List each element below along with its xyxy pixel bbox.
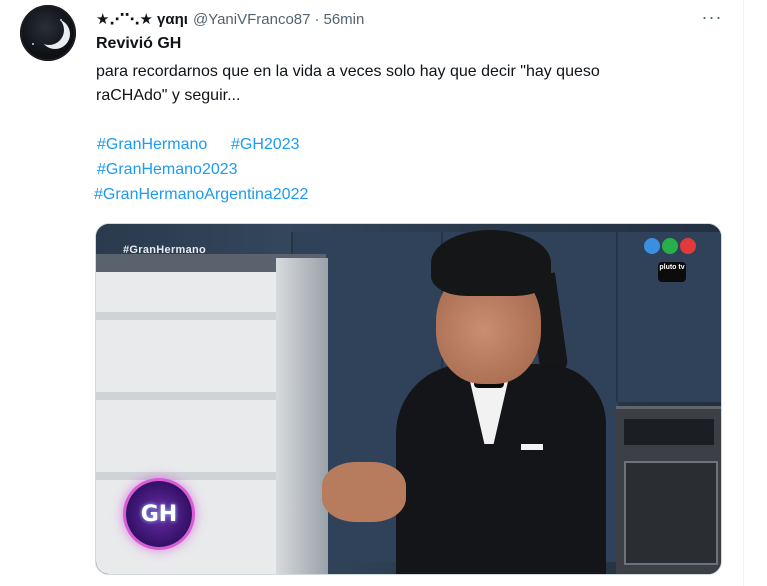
tweet-title: Revivió GH xyxy=(96,35,182,52)
display-name[interactable]: ★⋰⋱★ γαηι xyxy=(96,10,188,28)
user-handle[interactable]: @YaniVFranco87 xyxy=(193,11,311,28)
hashtag-link[interactable]: #GranHermano xyxy=(97,134,207,156)
oven-window xyxy=(624,461,718,565)
more-options-button[interactable]: ··· xyxy=(700,7,724,27)
avatar[interactable] xyxy=(20,5,76,61)
star-dot xyxy=(60,19,62,21)
oven xyxy=(616,406,721,574)
channel-dot-green xyxy=(662,238,678,254)
more-icon: ··· xyxy=(701,6,723,27)
tweet-text-line: raCHAdo" y seguir... xyxy=(96,87,241,104)
channel-dot-blue xyxy=(644,238,660,254)
pocket-square xyxy=(521,444,543,450)
channel-logo: pluto tv xyxy=(644,238,704,288)
gh-logo-text: GH xyxy=(140,501,178,527)
watermark-text: #GranHermano xyxy=(123,244,207,256)
oven-panel xyxy=(624,419,714,445)
hashtag-link[interactable]: #GH2023 xyxy=(231,134,300,156)
timestamp[interactable]: 56min xyxy=(323,11,364,28)
tweet-header: ★⋰⋱★ γαηι @YaniVFranco87 · 56min xyxy=(96,9,364,29)
channel-dot-red xyxy=(680,238,696,254)
tweet-media[interactable]: #GranHermano pluto tv GH xyxy=(95,223,722,575)
fridge-shelf xyxy=(96,312,276,320)
fridge-door xyxy=(276,258,328,574)
hashtag-link[interactable]: #GranHermanoArgentina2022 xyxy=(94,184,308,206)
gh-logo: GH xyxy=(126,481,192,547)
pluto-tv-logo: pluto tv xyxy=(658,262,686,282)
hands xyxy=(322,462,406,522)
hashtag-link[interactable]: #GranHemano2023 xyxy=(97,159,238,181)
column-divider xyxy=(743,0,744,586)
separator-dot: · xyxy=(314,10,320,28)
star-dot xyxy=(32,43,34,45)
bandana xyxy=(431,230,551,296)
fridge-shelf xyxy=(96,392,276,400)
fridge-shelf xyxy=(96,472,276,480)
tweet-text-line: para recordarnos que en la vida a veces … xyxy=(96,63,600,80)
